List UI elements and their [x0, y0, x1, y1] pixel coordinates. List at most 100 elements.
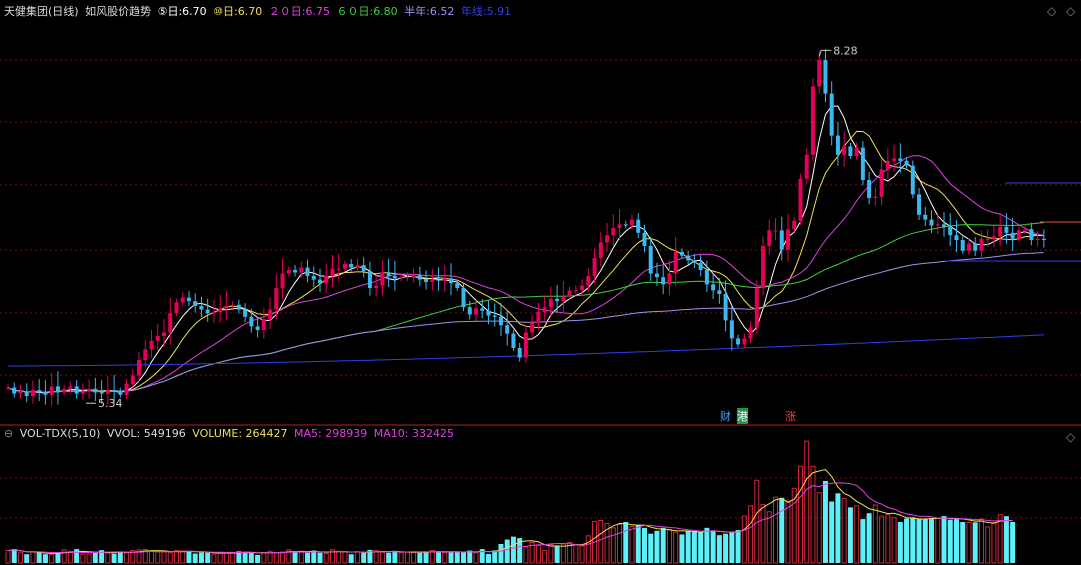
- volume-bar: [305, 552, 311, 563]
- volume-bar: [729, 532, 735, 563]
- candle-body: [804, 154, 809, 179]
- volume-bar: [80, 553, 86, 564]
- volume-bar: [1003, 516, 1009, 563]
- volume-bar: [448, 552, 454, 563]
- volume-bar: [323, 552, 329, 564]
- marker-hk[interactable]: 港: [737, 408, 748, 424]
- volume-bar: [11, 549, 17, 563]
- volume-bar: [879, 515, 885, 564]
- volume-bar: [417, 552, 423, 563]
- volume-bar: [710, 530, 716, 563]
- volume-bar: [953, 519, 959, 563]
- candle-body: [1029, 229, 1034, 240]
- volume-bar: [92, 552, 98, 563]
- candle-body: [773, 230, 778, 232]
- volume-bar: [941, 516, 947, 563]
- candle-body: [536, 312, 541, 323]
- candle-body: [286, 270, 291, 274]
- volume-bar: [342, 551, 348, 564]
- candle-body: [779, 230, 784, 250]
- candle-body: [80, 391, 85, 394]
- volume-bar: [485, 553, 491, 563]
- volume-bar: [173, 550, 179, 564]
- volume-header: ⊖ VOL-TDX(5,10) VVOL: 549196 VOLUME: 264…: [4, 427, 457, 440]
- volume-bar: [822, 481, 828, 563]
- candle-body: [168, 313, 173, 333]
- volume-bar: [211, 553, 217, 564]
- volume-indicator-name[interactable]: VOL-TDX(5,10): [20, 427, 101, 440]
- indicator-name[interactable]: 如风股价趋势: [85, 5, 151, 18]
- candle-body: [667, 273, 672, 285]
- candle-body: [68, 386, 73, 389]
- candle-body: [199, 306, 204, 310]
- candle-body: [62, 388, 67, 393]
- candle-body: [923, 214, 928, 220]
- volume-bar: [766, 511, 772, 564]
- candle-body: [417, 274, 422, 280]
- ma60-line: [7, 222, 1044, 393]
- candle-body: [542, 307, 547, 312]
- volume-bar: [423, 551, 429, 563]
- collapse-icon[interactable]: ⊖: [4, 427, 13, 440]
- candle-body: [873, 196, 878, 198]
- candle-body: [130, 375, 135, 384]
- candle-body: [910, 165, 915, 195]
- volume-bar: [361, 552, 367, 563]
- candle-body: [948, 226, 953, 236]
- volume-bar: [554, 546, 560, 563]
- candle-body: [523, 332, 528, 358]
- diamond-icon[interactable]: ◇: [1047, 4, 1056, 18]
- candle-body: [867, 180, 872, 198]
- candle-body: [112, 390, 117, 392]
- volume-bar: [797, 465, 803, 564]
- candle-body: [798, 178, 803, 221]
- candle-body: [299, 267, 304, 273]
- candle-body: [605, 235, 610, 243]
- volume-bar: [124, 552, 130, 564]
- volume-bar: [660, 527, 666, 563]
- volume-bar: [935, 517, 941, 564]
- marker-finance[interactable]: 财: [720, 408, 731, 424]
- candle-body: [230, 304, 235, 306]
- candle-body: [917, 194, 922, 215]
- candle-body: [6, 387, 10, 389]
- ma20-label: ２０日:: [268, 5, 306, 18]
- candle-body: [137, 360, 142, 376]
- candle-body: [642, 232, 647, 246]
- ma5-label: ⑤日:: [157, 5, 183, 18]
- volume-bar: [49, 554, 55, 564]
- volume-bar: [978, 518, 984, 564]
- candle-body: [711, 284, 716, 291]
- candle-body: [692, 260, 697, 263]
- volume-bar: [180, 550, 186, 564]
- ma5-value: 6.70: [182, 5, 207, 18]
- volume-bar: [1010, 522, 1016, 563]
- volume-bar: [872, 504, 878, 564]
- candle-body: [636, 219, 641, 233]
- diamond-icon[interactable]: ◇: [1066, 4, 1075, 18]
- marker-limit-up[interactable]: 涨: [785, 408, 796, 424]
- stock-title[interactable]: 天健集团(日线): [4, 5, 79, 18]
- candle-body: [74, 386, 79, 394]
- candle-body: [293, 270, 298, 273]
- volume-bar: [654, 530, 660, 563]
- candle-body: [823, 60, 828, 94]
- candle-body: [143, 349, 148, 360]
- volume-bar: [280, 551, 286, 564]
- volume-bar: [816, 492, 822, 564]
- volume-bar: [691, 531, 697, 563]
- volume-bar: [947, 519, 953, 563]
- volume-bar: [548, 544, 554, 564]
- candle-body: [405, 277, 410, 279]
- candle-body: [942, 224, 946, 227]
- candle-body: [87, 388, 92, 392]
- volume-bar: [929, 519, 935, 563]
- candle-body: [392, 276, 397, 279]
- candle-body: [318, 279, 322, 284]
- volume-bar: [454, 552, 460, 563]
- stock-chart[interactable]: 8.28 5.34: [0, 0, 1081, 565]
- candle-body: [573, 290, 578, 292]
- diamond-icon[interactable]: ◇: [1066, 430, 1075, 444]
- volume-bar: [398, 551, 404, 564]
- candle-body: [467, 307, 472, 315]
